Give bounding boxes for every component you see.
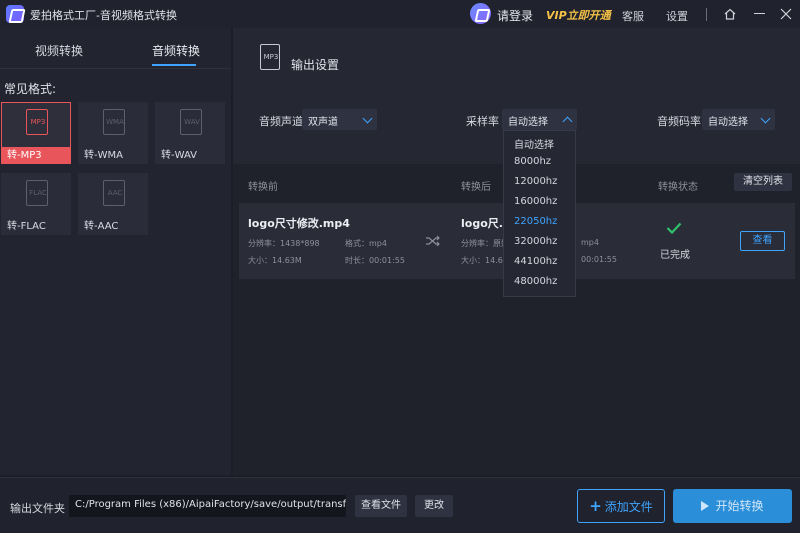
format-label: 转-MP3 [7,150,42,161]
app-logo-icon [6,5,24,23]
option-12000hz[interactable]: 12000hz [514,176,557,187]
col-after: 转换后 [461,182,491,193]
sample-rate-label: 采样率 [466,115,499,128]
status-done: 已完成 [660,250,690,261]
view-file-button[interactable]: 查看文件 [355,495,407,517]
col-before: 转换前 [248,182,278,193]
bitrate-label: 音频码率 [657,115,701,128]
close-icon[interactable] [780,8,792,20]
start-convert-button[interactable]: 开始转换 [673,489,792,523]
titlebar-divider [706,8,707,21]
output-settings-title: 输出设置 [291,58,340,72]
flac-file-icon: FLAC [26,180,48,206]
size-after: 大小：14.63 [461,256,508,265]
title-bar: 爱拍格式工厂-音视频格式转换 请登录 VIP立即开通 客服 设置 [0,0,800,28]
option-44100hz[interactable]: 44100hz [514,256,557,267]
minimize-icon[interactable] [754,13,765,14]
channel-select[interactable]: 双声道 [302,109,377,130]
view-button[interactable]: 查看 [740,231,785,251]
format-mp3[interactable]: MP3 转-MP3 [1,102,71,164]
app-title: 爱拍格式工厂-音视频格式转换 [30,9,177,22]
mp3-output-icon: MP3 [260,44,280,70]
login-link[interactable]: 请登录 [497,7,533,24]
bitrate-select[interactable]: 自动选择 [702,109,775,130]
sample-rate-dropdown: 自动选择 8000hz 12000hz 16000hz 22050hz 3200… [503,130,576,297]
option-auto[interactable]: 自动选择 [514,136,554,151]
aac-file-icon: AAC [103,180,125,206]
play-icon [701,501,710,511]
option-16000hz[interactable]: 16000hz [514,196,557,207]
format-label: 转-FLAC [7,221,46,232]
duration-after: 00:01:55 [581,255,617,264]
resolution-after: 分辨率：原始 [461,239,509,248]
duration-before: 时长：00:01:55 [345,256,405,265]
format-label: 转-AAC [84,221,119,232]
left-panel: 视频转换 音频转换 常见格式: [0,28,231,475]
output-path-field[interactable]: C:/Program Files (x86)/AipaiFactory/save… [69,495,346,517]
chevron-down-icon [362,113,373,124]
format-aac[interactable]: AAC 转-AAC [78,173,148,235]
mp3-file-icon: MP3 [26,109,48,135]
tab-video-convert[interactable]: 视频转换 [35,42,83,59]
col-status: 转换状态 [658,182,698,193]
clear-list-button[interactable]: 清空列表 [734,173,792,191]
wav-file-icon: WAV [180,109,202,135]
output-folder-label: 输出文件夹 [10,502,65,515]
chevron-down-icon [760,113,771,124]
format-label: 转-WMA [84,150,123,161]
format-wma[interactable]: WMA 转-WMA [78,102,148,164]
resolution-before: 分辨率：1438*898 [248,239,320,248]
service-link[interactable]: 客服 [622,8,644,24]
chevron-up-icon [562,116,573,127]
channel-label: 音频声道 [259,115,303,128]
file-name-before: logo尺寸修改.mp4 [248,217,350,230]
plus-icon: + [589,497,602,515]
option-48000hz[interactable]: 48000hz [514,276,557,287]
wma-file-icon: WMA [103,109,125,135]
format-wav[interactable]: WAV 转-WAV [155,102,225,164]
settings-link[interactable]: 设置 [666,8,688,24]
option-22050hz[interactable]: 22050hz [514,216,557,227]
format-label: 转-WAV [161,150,197,161]
change-button[interactable]: 更改 [415,495,453,517]
home-icon[interactable] [724,8,736,20]
format-before: 格式：mp4 [345,239,387,248]
tab-audio-convert[interactable]: 音频转换 [152,42,200,59]
size-before: 大小：14.63M [248,256,302,265]
user-avatar-icon[interactable] [470,3,491,24]
check-icon [666,222,682,234]
tab-divider [0,68,231,69]
add-file-button[interactable]: + 添加文件 [577,489,665,523]
option-32000hz[interactable]: 32000hz [514,236,557,247]
format-flac[interactable]: FLAC 转-FLAC [1,173,71,235]
vip-link[interactable]: VIP立即开通 [546,7,611,23]
sample-rate-select[interactable]: 自动选择 [502,109,577,130]
shuffle-icon [426,235,440,247]
option-8000hz[interactable]: 8000hz [514,156,551,167]
common-formats-label: 常见格式: [4,82,57,96]
active-tab-indicator [152,64,196,66]
format-after: mp4 [581,238,599,247]
